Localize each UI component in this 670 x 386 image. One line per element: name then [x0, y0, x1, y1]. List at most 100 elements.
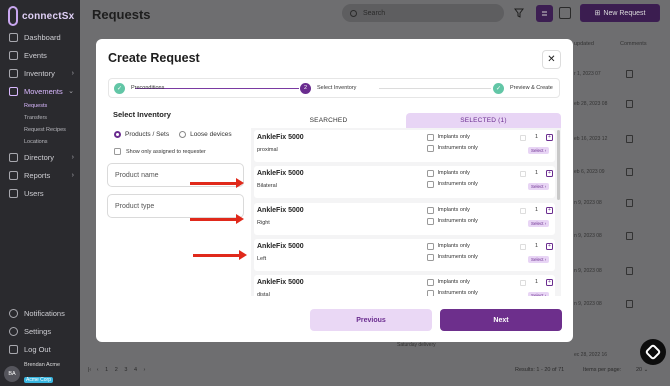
page-2[interactable]: 2	[115, 367, 118, 373]
page-4[interactable]: 4	[134, 367, 137, 373]
items-per-page-select[interactable]: 20 ⌄	[636, 367, 648, 373]
check-icon: ✓	[114, 82, 125, 94]
document-icon[interactable]	[626, 70, 633, 78]
select-dropdown[interactable]: Select ›	[528, 256, 550, 263]
calendar-icon[interactable]	[559, 7, 571, 19]
instruments-only-checkbox[interactable]	[427, 290, 434, 296]
list-view-button[interactable]: ≣	[536, 5, 553, 22]
result-variant: Bilateral	[257, 183, 277, 189]
sidebar-item-reports[interactable]: Reports ›	[0, 166, 80, 184]
tab-searched[interactable]: SEARCHED	[251, 113, 406, 128]
select-dropdown[interactable]: Select ›	[528, 183, 550, 190]
step-preview-create[interactable]: ✓ Preview & Create	[493, 82, 553, 94]
list-icon: ≣	[541, 9, 548, 18]
step-preconditions[interactable]: ✓ Preconditions	[114, 82, 164, 94]
decrement-button[interactable]	[520, 208, 526, 214]
sidebar-item-notifications[interactable]: Notifications	[0, 304, 80, 322]
results-scrollbar[interactable]	[557, 130, 560, 200]
instruments-only-checkbox[interactable]	[427, 218, 434, 225]
radio-loose-devices[interactable]	[179, 131, 187, 138]
sidebar-item-label: Inventory	[24, 68, 55, 78]
document-icon[interactable]	[626, 135, 633, 143]
document-icon[interactable]	[626, 232, 633, 240]
document-icon[interactable]	[626, 267, 633, 275]
increment-button[interactable]: +	[546, 243, 553, 250]
increment-button[interactable]: +	[546, 207, 553, 214]
implants-only-checkbox[interactable]	[427, 207, 434, 214]
implants-only-checkbox[interactable]	[427, 243, 434, 250]
step-select-inventory[interactable]: 2 Select Inventory	[300, 82, 356, 94]
decrement-button[interactable]	[520, 135, 526, 141]
result-card[interactable]: AnkleFix 5000 Right Implants only Instrumen…	[254, 203, 555, 235]
implants-only-checkbox[interactable]	[427, 170, 434, 177]
result-card[interactable]: AnkleFix 5000 distal Implants only Instrume…	[254, 275, 555, 296]
implants-only-option[interactable]: Implants only	[427, 170, 470, 177]
show-assigned-option[interactable]: Show only assigned to requester	[114, 148, 206, 155]
instruments-only-checkbox[interactable]	[427, 181, 434, 188]
close-button[interactable]: ✕	[542, 50, 561, 69]
implants-only-checkbox[interactable]	[427, 134, 434, 141]
document-icon[interactable]	[626, 300, 633, 308]
instruments-only-option[interactable]: Instruments only	[427, 181, 478, 188]
first-page-icon[interactable]: |‹	[88, 367, 91, 373]
next-page-icon[interactable]: ›	[144, 367, 146, 373]
instruments-only-checkbox[interactable]	[427, 145, 434, 152]
instruments-only-option[interactable]: Instruments only	[427, 145, 478, 152]
product-type-input[interactable]: Product type	[107, 194, 244, 218]
brand-logo[interactable]: connectSx	[8, 6, 74, 26]
instruments-only-label: Instruments only	[437, 254, 478, 261]
previous-button[interactable]: Previous	[310, 309, 432, 331]
next-button[interactable]: Next	[440, 309, 562, 331]
instruments-only-checkbox[interactable]	[427, 254, 434, 261]
sidebar-item-inventory[interactable]: Inventory ›	[0, 64, 80, 82]
increment-button[interactable]: +	[546, 279, 553, 286]
document-icon[interactable]	[626, 168, 633, 176]
sidebar-item-dashboard[interactable]: Dashboard	[0, 28, 80, 46]
decrement-button[interactable]	[520, 280, 526, 286]
result-card[interactable]: AnkleFix 5000 proximal Implants only Instru…	[254, 130, 555, 162]
sidebar-item-logout[interactable]: Log Out	[0, 340, 80, 358]
sidebar-subitem-request-recipes[interactable]: Request Recipes	[0, 124, 80, 136]
implants-only-option[interactable]: Implants only	[427, 243, 470, 250]
implants-only-option[interactable]: Implants only	[427, 207, 470, 214]
prev-page-icon[interactable]: ‹	[97, 367, 99, 373]
instruments-only-option[interactable]: Instruments only	[427, 218, 478, 225]
background-date-cell: eb 6, 2023 09	[574, 169, 605, 175]
select-dropdown[interactable]: Select ›	[528, 292, 550, 296]
sidebar-item-events[interactable]: Events	[0, 46, 80, 64]
radio-products-sets[interactable]	[114, 131, 121, 138]
sidebar-item-users[interactable]: Users	[0, 184, 80, 202]
filter-icon[interactable]	[514, 8, 524, 18]
select-dropdown[interactable]: Select ›	[528, 147, 550, 154]
show-assigned-checkbox[interactable]	[114, 148, 121, 155]
help-button[interactable]	[640, 339, 666, 365]
search-input[interactable]: Search	[342, 4, 504, 22]
increment-button[interactable]: +	[546, 170, 553, 177]
sidebar-item-settings[interactable]: Settings	[0, 322, 80, 340]
new-request-button[interactable]: ⊞ New Request	[580, 4, 660, 22]
sidebar-item-movements[interactable]: Movements ⌄	[0, 82, 80, 100]
increment-button[interactable]: +	[546, 134, 553, 141]
sidebar-subitem-locations[interactable]: Locations	[0, 136, 80, 148]
sidebar-item-directory[interactable]: Directory ›	[0, 148, 80, 166]
decrement-button[interactable]	[520, 171, 526, 177]
document-icon[interactable]	[626, 100, 633, 108]
sidebar-subitem-requests[interactable]: Requests	[0, 100, 80, 112]
result-card[interactable]: AnkleFix 5000 Left Implants only Instrument…	[254, 239, 555, 271]
implants-only-option[interactable]: Implants only	[427, 279, 470, 286]
implants-only-option[interactable]: Implants only	[427, 134, 470, 141]
implants-only-checkbox[interactable]	[427, 279, 434, 286]
modal-title: Create Request	[108, 51, 200, 65]
select-dropdown[interactable]: Select ›	[528, 220, 550, 227]
decrement-button[interactable]	[520, 244, 526, 250]
result-variant: Right	[257, 220, 270, 226]
sidebar-subitem-transfers[interactable]: Transfers	[0, 112, 80, 124]
document-icon[interactable]	[626, 199, 633, 207]
page-3[interactable]: 3	[124, 367, 127, 373]
tab-selected[interactable]: SELECTED (1)	[406, 113, 561, 128]
instruments-only-option[interactable]: Instruments only	[427, 290, 478, 296]
result-card[interactable]: AnkleFix 5000 Bilateral Implants only Instr…	[254, 166, 555, 198]
instruments-only-option[interactable]: Instruments only	[427, 254, 478, 261]
page-1[interactable]: 1	[105, 367, 108, 373]
user-profile[interactable]: BA Brendan Acme Acme Corp	[4, 362, 60, 386]
